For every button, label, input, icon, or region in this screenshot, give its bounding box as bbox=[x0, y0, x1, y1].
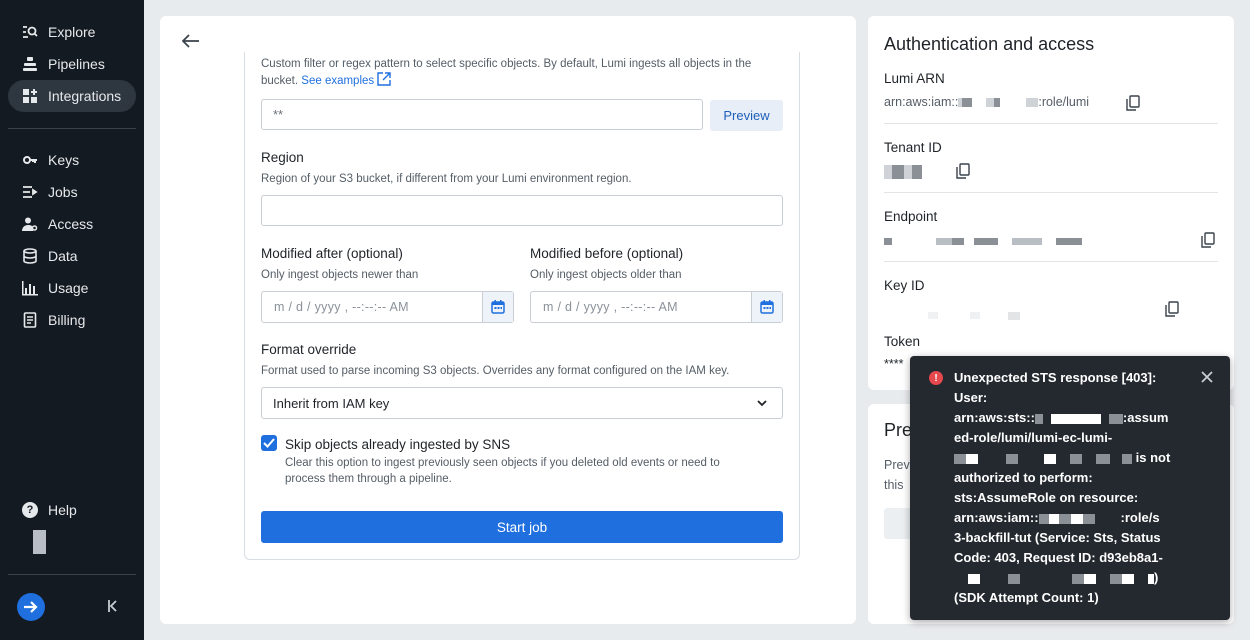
error-message: Unexpected STS response [403]: User: arn… bbox=[954, 370, 1171, 605]
arn-label: Lumi ARN bbox=[884, 71, 945, 86]
skip-help: Clear this option to ingest previously s… bbox=[285, 457, 720, 485]
keyid-label: Key ID bbox=[884, 278, 925, 293]
explore-icon bbox=[22, 24, 38, 40]
main-panel: Custom filter or regex pattern to select… bbox=[160, 16, 856, 624]
database-icon bbox=[22, 248, 38, 264]
collapse-sidebar-icon[interactable] bbox=[106, 598, 120, 614]
sidebar-item-label: Help bbox=[48, 502, 77, 518]
region-input[interactable] bbox=[261, 195, 783, 226]
backfill-form: Custom filter or regex pattern to select… bbox=[244, 52, 800, 560]
arn-value: arn:aws:iam:::role/lumi bbox=[884, 95, 1090, 109]
copy-icon[interactable] bbox=[1126, 95, 1140, 111]
modified-before-label: Modified before (optional) bbox=[530, 246, 684, 261]
app-logo[interactable] bbox=[17, 593, 45, 621]
integrations-icon bbox=[22, 88, 38, 104]
billing-icon bbox=[22, 312, 38, 328]
skip-label: Skip objects already ingested by SNS bbox=[285, 437, 511, 452]
close-icon[interactable] bbox=[1201, 370, 1215, 384]
sidebar-item-help[interactable]: ? Help bbox=[8, 494, 136, 526]
sidebar-item-label: Pipelines bbox=[48, 56, 105, 72]
chart-icon bbox=[22, 280, 38, 296]
start-job-button[interactable]: Start job bbox=[261, 511, 783, 543]
sidebar-item-keys[interactable]: Keys bbox=[8, 144, 136, 176]
preview-text-2: this bbox=[884, 478, 904, 492]
sidebar-item-label: Explore bbox=[48, 24, 96, 40]
modified-after-label: Modified after (optional) bbox=[261, 246, 403, 261]
error-toast: ! Unexpected STS response [403]: User: a… bbox=[910, 356, 1230, 620]
sidebar-item-pipelines[interactable]: Pipelines bbox=[8, 48, 136, 80]
auth-title: Authentication and access bbox=[884, 34, 1095, 54]
filter-help: Custom filter or regex pattern to select… bbox=[261, 58, 752, 87]
external-link-icon bbox=[377, 72, 392, 86]
endpoint-label: Endpoint bbox=[884, 209, 938, 224]
key-icon bbox=[22, 152, 38, 168]
sidebar-divider bbox=[8, 128, 136, 129]
format-label: Format override bbox=[261, 342, 357, 357]
token-label: Token bbox=[884, 334, 921, 349]
sidebar-item-billing[interactable]: Billing bbox=[8, 304, 136, 336]
help-icon: ? bbox=[22, 502, 38, 518]
auth-panel: Authentication and access Lumi ARN arn:a… bbox=[868, 16, 1234, 390]
sidebar-divider bbox=[8, 574, 136, 575]
calendar-icon[interactable] bbox=[751, 292, 782, 322]
preview-button[interactable]: Preview bbox=[710, 100, 783, 131]
copy-icon[interactable] bbox=[1165, 301, 1179, 317]
sidebar-item-jobs[interactable]: Jobs bbox=[8, 176, 136, 208]
keyid-value bbox=[928, 308, 1020, 322]
tenant-value bbox=[884, 164, 922, 179]
error-icon: ! bbox=[929, 371, 943, 385]
separator bbox=[884, 123, 1218, 124]
sidebar-item-explore[interactable]: Explore bbox=[8, 16, 136, 48]
format-help: Format used to parse incoming S3 objects… bbox=[261, 365, 730, 377]
sidebar-item-label: Access bbox=[48, 216, 94, 232]
chevron-down-icon bbox=[757, 400, 767, 407]
filter-input[interactable]: ** bbox=[261, 99, 703, 130]
sidebar-item-label: Usage bbox=[48, 280, 89, 296]
sidebar-item-label: Integrations bbox=[48, 88, 122, 104]
sidebar-item-label: Billing bbox=[48, 312, 86, 328]
tenant-label: Tenant ID bbox=[884, 140, 942, 155]
separator bbox=[884, 261, 1218, 262]
avatar[interactable] bbox=[33, 530, 46, 554]
region-label: Region bbox=[261, 150, 304, 165]
access-icon bbox=[22, 216, 38, 232]
modified-after-help: Only ingest objects newer than bbox=[261, 269, 419, 281]
sidebar-item-integrations[interactable]: Integrations bbox=[8, 80, 136, 112]
see-examples-link[interactable]: See examples bbox=[301, 72, 392, 87]
pipelines-icon bbox=[22, 56, 38, 72]
jobs-icon bbox=[22, 184, 38, 200]
preview-text-1: Prev bbox=[884, 458, 910, 472]
modified-before-help: Only ingest objects older than bbox=[530, 269, 682, 281]
preview-title: Pre bbox=[884, 420, 913, 440]
sidebar-item-label: Data bbox=[48, 248, 78, 264]
back-arrow-icon[interactable] bbox=[181, 34, 204, 50]
format-select[interactable]: Inherit from IAM key bbox=[261, 387, 783, 419]
separator bbox=[884, 192, 1218, 193]
calendar-icon[interactable] bbox=[482, 292, 513, 322]
sidebar-item-access[interactable]: Access bbox=[8, 208, 136, 240]
copy-icon[interactable] bbox=[956, 163, 970, 179]
token-value: **** bbox=[884, 357, 904, 371]
region-help: Region of your S3 bucket, if different f… bbox=[261, 173, 632, 185]
modified-after-input[interactable]: m / d / yyyy , --:--:-- AM bbox=[261, 291, 514, 323]
check-icon bbox=[263, 438, 275, 448]
sidebar-item-data[interactable]: Data bbox=[8, 240, 136, 272]
sidebar-item-label: Keys bbox=[48, 152, 80, 168]
sidebar-item-usage[interactable]: Usage bbox=[8, 272, 136, 304]
sidebar: Explore Pipelines Integrations Keys Jobs… bbox=[0, 0, 144, 640]
endpoint-value bbox=[884, 234, 1082, 248]
copy-icon[interactable] bbox=[1201, 232, 1215, 248]
modified-before-input[interactable]: m / d / yyyy , --:--:-- AM bbox=[530, 291, 783, 323]
skip-checkbox[interactable] bbox=[261, 435, 277, 451]
sidebar-item-label: Jobs bbox=[48, 184, 78, 200]
